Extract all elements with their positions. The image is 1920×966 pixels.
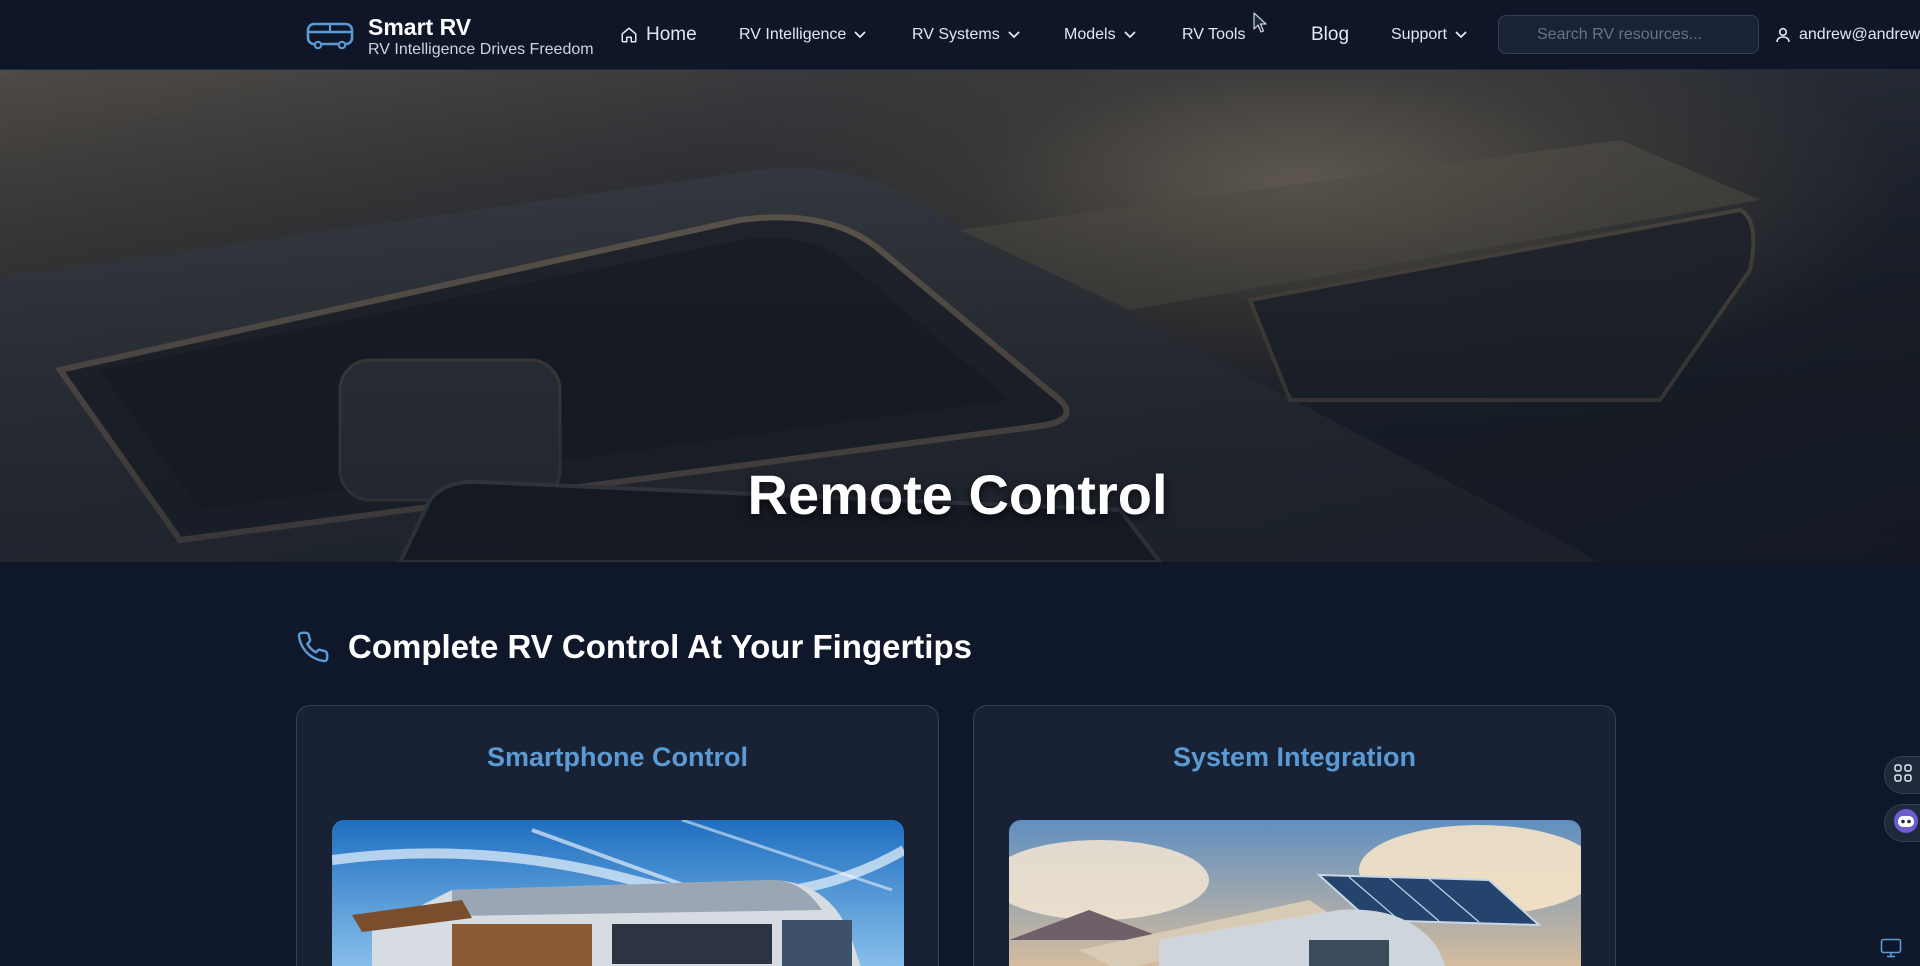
chevron-down-icon: [1455, 31, 1467, 39]
nav-rv-intelligence[interactable]: RV Intelligence: [739, 0, 866, 70]
nav-models-label: Models: [1064, 26, 1116, 43]
search-input[interactable]: [1498, 15, 1759, 54]
phone-icon: [296, 630, 330, 664]
robot-icon: [1893, 808, 1919, 839]
top-navbar: Smart RV RV Intelligence Drives Freedom …: [0, 0, 1920, 70]
chevron-down-icon: [1124, 31, 1136, 39]
user-email: andrew@andrew: [1799, 26, 1920, 43]
user-menu[interactable]: andrew@andrew: [1776, 0, 1920, 70]
bus-icon: [306, 13, 356, 57]
monitor-icon[interactable]: [1880, 938, 1902, 963]
apps-button[interactable]: [1884, 756, 1920, 794]
nav-home[interactable]: Home: [620, 0, 697, 70]
nav-rv-tools[interactable]: RV Tools: [1182, 0, 1245, 70]
home-icon: [620, 26, 638, 44]
section-title: Complete RV Control At Your Fingertips: [348, 628, 972, 665]
hero-title: Remote Control: [747, 463, 1168, 526]
nav-models[interactable]: Models: [1064, 0, 1136, 70]
apps-icon: [1893, 763, 1913, 788]
nav-blog[interactable]: Blog: [1311, 0, 1349, 70]
mouse-cursor-icon: [1253, 12, 1267, 39]
nav-rv-systems-label: RV Systems: [912, 26, 1000, 43]
nav-rv-systems[interactable]: RV Systems: [912, 0, 1020, 70]
brand[interactable]: Smart RV RV Intelligence Drives Freedom: [306, 13, 594, 59]
nav-blog-label: Blog: [1311, 24, 1350, 45]
nav-rv-tools-label: RV Tools: [1182, 26, 1246, 43]
assistant-button[interactable]: [1884, 804, 1920, 842]
section-heading: Complete RV Control At Your Fingertips: [296, 628, 972, 666]
chevron-down-icon: [1008, 31, 1020, 39]
card-smartphone-control[interactable]: Smartphone Control: [296, 705, 939, 966]
nav-rv-intelligence-label: RV Intelligence: [739, 26, 847, 43]
nav-support[interactable]: Support: [1391, 0, 1467, 70]
chevron-down-icon: [854, 31, 866, 39]
card-system-integration[interactable]: System Integration: [973, 705, 1616, 966]
card-title: System Integration: [1172, 742, 1417, 772]
nav-support-label: Support: [1391, 26, 1448, 43]
brand-tagline: RV Intelligence Drives Freedom: [368, 41, 594, 58]
brand-title: Smart RV: [368, 14, 472, 40]
nav-home-label: Home: [646, 24, 697, 45]
user-icon: [1776, 27, 1790, 43]
hero-banner: Remote Control: [0, 70, 1920, 562]
rv-solar-photo-image: [1009, 820, 1581, 966]
card-title: Smartphone Control: [487, 742, 748, 772]
rv-photo-image: [332, 820, 904, 966]
